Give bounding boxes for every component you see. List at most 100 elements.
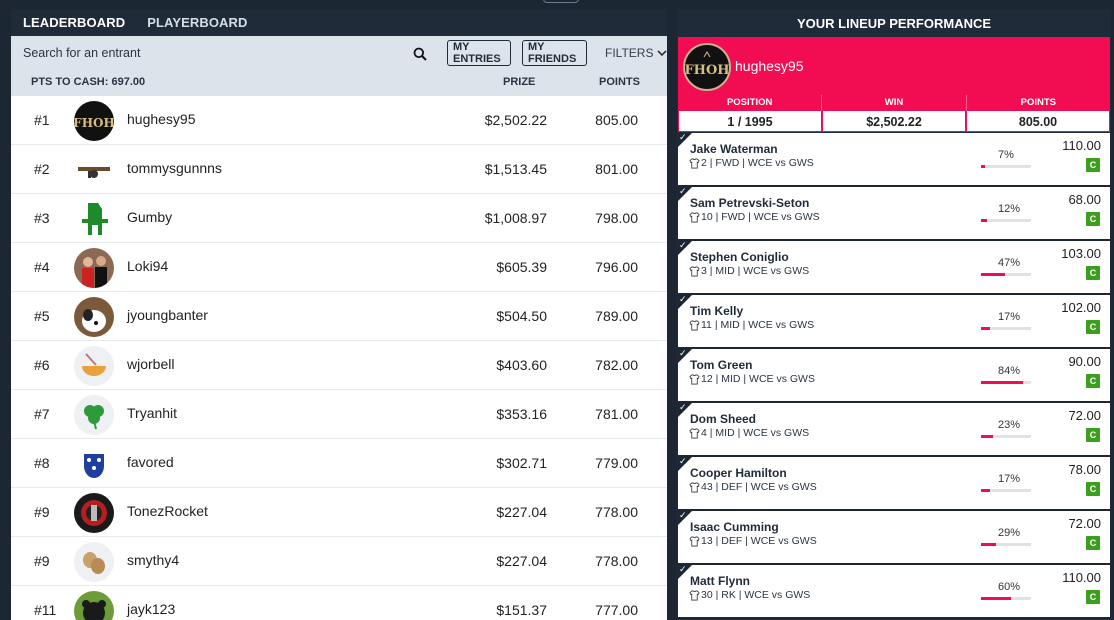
ownership-percent: 29% <box>998 527 1021 539</box>
row-points: 777.00 <box>595 602 638 618</box>
player-name[interactable]: Sam Petrevski-Seton <box>690 196 809 210</box>
tab-leaderboard[interactable]: LEADERBOARD <box>23 15 125 30</box>
player-name[interactable]: Jake Waterman <box>690 142 778 156</box>
ownership-bar <box>981 489 1031 492</box>
table-row[interactable]: #5 jyoungbanter $504.50 789.00 <box>11 292 667 341</box>
row-username[interactable]: Tryanhit <box>127 405 177 421</box>
player-info: 30 | RK | WCE vs GWS <box>689 589 810 601</box>
ownership-percent: 17% <box>998 311 1021 323</box>
completed-badge: C <box>1086 482 1100 496</box>
row-prize: $353.16 <box>496 406 547 422</box>
player-details: 12 | MID | WCE vs GWS <box>701 373 815 385</box>
row-prize: $1,008.97 <box>484 210 547 226</box>
table-row[interactable]: #2 tommysgunnns $1,513.45 801.00 <box>11 145 667 194</box>
bear-photo-icon <box>74 591 114 620</box>
row-username[interactable]: favored <box>127 454 174 470</box>
table-row[interactable]: #6 wjorbell $403.60 782.00 <box>11 341 667 390</box>
player-row[interactable]: ✓ Tom Green 12 | MID | WCE vs GWS 84% 90.00 C <box>678 348 1110 403</box>
table-row[interactable]: #9 TonezRocket $227.04 778.00 <box>11 488 667 537</box>
row-points: 781.00 <box>595 406 638 422</box>
player-row[interactable]: ✓ Tim Kelly 11 | MID | WCE vs GWS 17% 102.00… <box>678 294 1110 349</box>
row-username[interactable]: Loki94 <box>127 258 168 274</box>
player-name[interactable]: Tim Kelly <box>690 304 743 318</box>
player-points: 103.00 <box>1061 246 1101 261</box>
fhoh-logo-icon: FHOH <box>683 43 731 91</box>
ownership-percent: 47% <box>998 257 1021 269</box>
fhoh-logo-icon: FHOH <box>74 101 114 141</box>
stats-values: 1 / 1995 $2,502.22 805.00 <box>678 111 1110 133</box>
player-name[interactable]: Matt Flynn <box>690 574 750 588</box>
table-row[interactable]: #4 Loki94 $605.39 796.00 <box>11 243 667 292</box>
ownership-bar-fill <box>981 381 1023 384</box>
player-row[interactable]: ✓ Stephen Coniglio 3 | MID | WCE vs GWS 47%… <box>678 240 1110 295</box>
search-icon[interactable] <box>413 47 427 61</box>
jersey-icon <box>689 536 700 546</box>
row-points: 782.00 <box>595 357 638 373</box>
filters-dropdown[interactable]: FILTERS <box>605 46 667 60</box>
svg-text:FHOH: FHOH <box>74 116 114 130</box>
search-input[interactable]: Search for an entrant <box>23 46 140 60</box>
player-row[interactable]: ✓ Cooper Hamilton 43 | DEF | WCE vs GWS 17%… <box>678 456 1110 511</box>
top-handle[interactable] <box>543 0 579 3</box>
table-row[interactable]: #11 jayk123 $151.37 777.00 <box>11 586 667 620</box>
my-friends-button[interactable]: MY FRIENDS <box>522 40 587 66</box>
player-row[interactable]: ✓ Sam Petrevski-Seton 10 | FWD | WCE vs GW… <box>678 186 1110 241</box>
player-name[interactable]: Tom Green <box>690 358 752 372</box>
row-rank: #9 <box>34 504 50 520</box>
row-points: 779.00 <box>595 455 638 471</box>
player-details: 2 | FWD | WCE vs GWS <box>701 157 814 169</box>
player-row[interactable]: ✓ Isaac Cumming 13 | DEF | WCE vs GWS 29% 72… <box>678 510 1110 565</box>
row-username[interactable]: smythy4 <box>127 552 179 568</box>
table-row[interactable]: #9 smythy4 $227.04 778.00 <box>11 537 667 586</box>
tab-playerboard[interactable]: PLAYERBOARD <box>147 15 247 30</box>
player-name[interactable]: Stephen Coniglio <box>690 250 789 264</box>
table-row[interactable]: #1 FHOH hughesy95 $2,502.22 805.00 <box>11 96 667 145</box>
row-points: 798.00 <box>595 210 638 226</box>
dog-photo-icon <box>74 297 114 337</box>
row-prize: $504.50 <box>496 308 547 324</box>
lineup-panel: YOUR LINEUP PERFORMANCE FHOH hughesy95 P… <box>677 9 1111 620</box>
my-entries-button[interactable]: MY ENTRIES <box>447 40 511 66</box>
peanut-icon <box>74 542 114 582</box>
player-info: 4 | MID | WCE vs GWS <box>689 427 809 439</box>
check-icon: ✓ <box>679 564 687 574</box>
row-username[interactable]: jyoungbanter <box>127 307 208 323</box>
row-username[interactable]: tommysgunnns <box>127 160 222 176</box>
row-username[interactable]: Gumby <box>127 209 172 225</box>
player-info: 13 | DEF | WCE vs GWS <box>689 535 817 547</box>
pts-to-cash: PTS TO CASH: 697.00 <box>31 76 146 88</box>
crest-icon <box>74 444 114 484</box>
ownership-bar-fill <box>981 273 1005 276</box>
row-rank: #8 <box>34 455 50 471</box>
player-row[interactable]: ✓ Dom Sheed 4 | MID | WCE vs GWS 23% 72.00 C <box>678 402 1110 457</box>
jersey-icon <box>689 590 700 600</box>
player-row[interactable]: ✓ Matt Flynn 30 | RK | WCE vs GWS 60% 110.00… <box>678 564 1110 619</box>
clover-icon <box>74 395 114 435</box>
ownership-bar <box>981 327 1031 330</box>
player-row[interactable]: ✓ Jake Waterman 2 | FWD | WCE vs GWS 7% 110.… <box>678 132 1110 187</box>
ownership-bar-fill <box>981 435 993 438</box>
column-header-points: POINTS <box>599 76 640 88</box>
chevron-down-icon <box>657 49 667 56</box>
row-prize: $151.37 <box>496 602 547 618</box>
player-name[interactable]: Cooper Hamilton <box>690 466 787 480</box>
row-rank: #3 <box>34 210 50 226</box>
completed-badge: C <box>1086 374 1100 388</box>
row-rank: #2 <box>34 161 50 177</box>
gumby-icon <box>74 199 114 239</box>
row-username[interactable]: wjorbell <box>127 356 174 372</box>
row-username[interactable]: hughesy95 <box>127 111 196 127</box>
row-username[interactable]: jayk123 <box>127 601 175 617</box>
player-points: 102.00 <box>1061 300 1101 315</box>
check-icon: ✓ <box>679 186 687 196</box>
completed-badge: C <box>1086 428 1100 442</box>
player-info: 10 | FWD | WCE vs GWS <box>689 211 820 223</box>
player-name[interactable]: Dom Sheed <box>690 412 756 426</box>
table-row[interactable]: #7 Tryanhit $353.16 781.00 <box>11 390 667 439</box>
completed-badge: C <box>1086 158 1100 172</box>
table-row[interactable]: #8 favored $302.71 779.00 <box>11 439 667 488</box>
table-row[interactable]: #3 Gumby $1,008.97 798.00 <box>11 194 667 243</box>
player-name[interactable]: Isaac Cumming <box>690 520 779 534</box>
row-username[interactable]: TonezRocket <box>127 503 208 519</box>
ownership-bar <box>981 597 1031 600</box>
